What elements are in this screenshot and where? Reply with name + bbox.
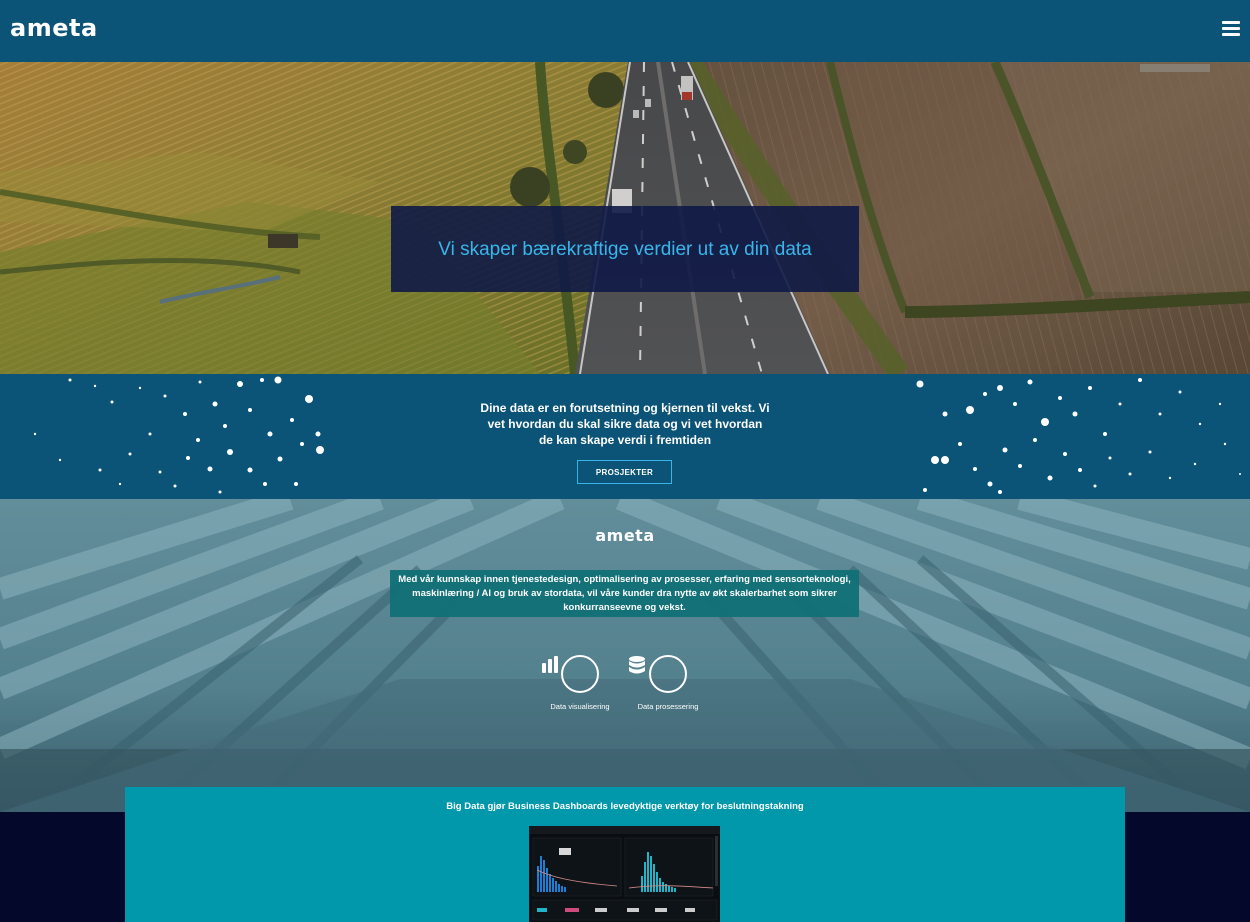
about-section: ameta Med vår kunnskap innen tjenestedes… bbox=[0, 499, 1250, 812]
intro-text: Dine data er en forutsetning og kjernen … bbox=[480, 401, 770, 447]
intro-section: Dine data er en forutsetning og kjernen … bbox=[0, 374, 1250, 499]
top-navbar: ameta bbox=[0, 0, 1250, 62]
hamburger-menu-icon[interactable] bbox=[1222, 21, 1240, 37]
bar-chart-icon bbox=[542, 655, 599, 693]
about-logo: ameta bbox=[595, 526, 655, 545]
projects-button[interactable]: PROSJEKTER bbox=[577, 460, 672, 484]
hero-section: Vi skaper bærekraftige verdier ut av din… bbox=[0, 62, 1250, 374]
feature-label: Data visualisering bbox=[550, 702, 610, 711]
architecture-background-image bbox=[0, 499, 1250, 812]
about-text: Med vår kunnskap innen tjenestedesign, o… bbox=[398, 574, 851, 613]
about-text-box: Med vår kunnskap innen tjenestedesign, o… bbox=[390, 570, 859, 617]
hero-title: Vi skaper bærekraftige verdier ut av din… bbox=[438, 238, 812, 260]
database-icon bbox=[629, 655, 687, 693]
logo[interactable]: ameta bbox=[10, 14, 98, 42]
feature-label: Data prosessering bbox=[637, 702, 699, 711]
dashboards-section: Big Data gjør Business Dashboards levedy… bbox=[125, 787, 1125, 922]
dashboards-title: Big Data gjør Business Dashboards levedy… bbox=[446, 801, 804, 812]
feature-data-visualisation[interactable]: Data visualisering bbox=[540, 655, 620, 711]
feature-data-processing[interactable]: Data prosessering bbox=[628, 655, 708, 711]
dashboard-screenshot bbox=[529, 826, 720, 922]
hero-title-box: Vi skaper bærekraftige verdier ut av din… bbox=[391, 206, 859, 292]
